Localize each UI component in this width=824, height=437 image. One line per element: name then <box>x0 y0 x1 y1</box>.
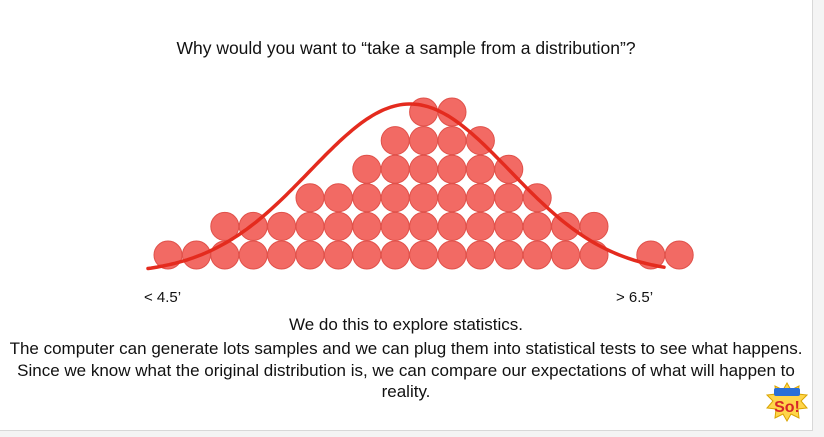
sample-ball <box>323 183 353 213</box>
sample-ball <box>409 183 439 213</box>
sample-ball <box>579 240 609 270</box>
sample-ball <box>465 183 495 213</box>
sample-ball <box>380 126 410 156</box>
sample-ball <box>409 126 439 156</box>
sample-ball <box>522 240 552 270</box>
sample-ball <box>380 154 410 184</box>
sample-ball <box>409 240 439 270</box>
sample-ball <box>238 240 268 270</box>
left-tail-label: < 4.5’ <box>144 289 182 306</box>
slide: Why would you want to “take a sample fro… <box>0 0 813 431</box>
so-logo-icon: So! <box>766 382 808 422</box>
sample-ball <box>352 211 382 241</box>
sample-ball <box>352 154 382 184</box>
sample-ball <box>323 211 353 241</box>
sample-ball <box>409 97 439 127</box>
sample-ball <box>267 211 297 241</box>
sample-ball <box>295 240 325 270</box>
sample-ball <box>352 240 382 270</box>
sample-ball <box>522 211 552 241</box>
sample-ball <box>437 211 467 241</box>
sample-ball <box>437 126 467 156</box>
sample-ball <box>465 240 495 270</box>
right-tail-label: > 6.5’ <box>616 289 654 306</box>
sample-balls <box>153 97 694 270</box>
sample-ball <box>267 240 297 270</box>
explanation-heading: We do this to explore statistics. <box>288 315 523 334</box>
sample-ball <box>465 211 495 241</box>
sample-ball <box>380 183 410 213</box>
logo-lettering: So! <box>774 399 800 416</box>
sample-ball <box>494 183 524 213</box>
sample-ball <box>380 211 410 241</box>
sample-ball <box>409 154 439 184</box>
distribution-figure <box>146 97 694 271</box>
sample-ball <box>409 211 439 241</box>
sample-ball <box>465 154 495 184</box>
sample-ball <box>352 183 382 213</box>
sample-ball <box>494 240 524 270</box>
sample-ball <box>437 240 467 270</box>
sample-ball <box>323 240 353 270</box>
sample-ball <box>380 240 410 270</box>
sample-ball <box>295 211 325 241</box>
sample-ball <box>664 240 694 270</box>
sample-ball <box>494 211 524 241</box>
sample-ball <box>551 240 581 270</box>
explanation-body: The computer can generate lots samples a… <box>9 339 803 401</box>
sample-ball <box>295 183 325 213</box>
sample-ball <box>437 154 467 184</box>
sample-ball <box>437 183 467 213</box>
